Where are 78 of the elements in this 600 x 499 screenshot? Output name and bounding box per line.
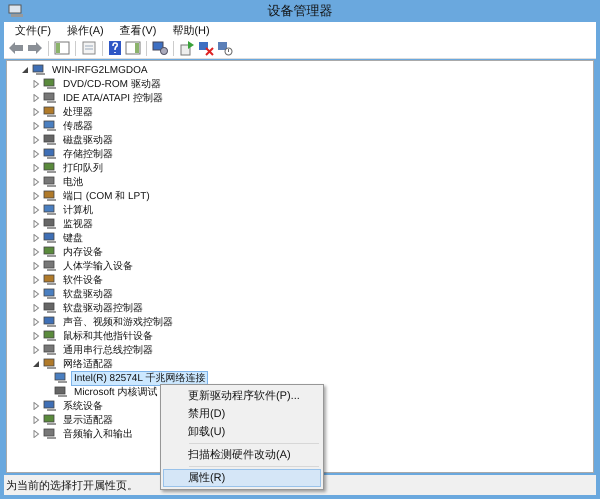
tree-item[interactable]: 鼠标和其他指针设备 [60,328,156,344]
device-icon [43,288,57,300]
menu-item[interactable]: 帮助(H) [165,22,217,38]
device-icon [43,190,57,202]
panel-icon[interactable] [54,41,70,55]
tree-item[interactable]: 声音、视频和游戏控制器 [60,314,176,330]
device-icon [43,414,57,426]
tree-item[interactable]: IDE ATA/ATAPI 控制器 [60,90,166,106]
tree-item[interactable]: 电池 [60,174,86,190]
device-icon [43,428,57,440]
device-icon [32,64,46,76]
tree-item[interactable]: Intel(R) 82574L 千兆网络连接 [71,370,208,386]
tree-item[interactable]: 软件设备 [60,272,106,288]
device-icon [43,274,57,286]
context-menu-item[interactable]: 更新驱动程序软件(P)... [163,387,321,405]
page-icon[interactable] [81,41,97,55]
tree-item[interactable]: 磁盘驱动器 [60,132,116,148]
device-icon [43,120,57,132]
expander-arrow-icon[interactable] [32,360,40,368]
device-icon [43,400,57,412]
tree-item[interactable]: 显示适配器 [60,412,116,428]
status-text: 为当前的选择打开属性页。 [6,478,138,492]
tree-item[interactable]: 监视器 [60,216,96,232]
tree-item[interactable]: 网络适配器 [60,356,116,372]
device-icon [43,232,57,244]
tree-item[interactable]: 处理器 [60,104,96,120]
device-icon [43,106,57,118]
device-icon [43,316,57,328]
uninstall-icon[interactable] [198,40,214,56]
tree-item[interactable]: WIN-IRFG2LMGDOA [49,62,151,78]
window-title: 设备管理器 [266,2,334,20]
tree-item[interactable]: 存储控制器 [60,146,116,162]
help-icon[interactable] [108,40,122,56]
tree-item[interactable]: 音频输入和输出 [60,426,136,442]
device-icon [43,78,57,90]
device-icon [43,330,57,342]
context-menu-item[interactable]: 禁用(D) [163,405,321,423]
disable-icon[interactable] [217,40,233,56]
tree-item[interactable]: 系统设备 [60,398,106,414]
menu-item[interactable]: 查看(V) [112,22,164,38]
context-menu-item[interactable]: 扫描检测硬件改动(A) [163,446,321,464]
tree-item[interactable]: 计算机 [60,202,96,218]
tree-item[interactable]: 端口 (COM 和 LPT) [60,188,153,204]
computer-icon [8,4,24,18]
tree-item[interactable]: DVD/CD-ROM 驱动器 [60,76,164,92]
device-icon [43,358,57,370]
menu-item[interactable]: 操作(A) [60,22,111,38]
back-arrow-icon[interactable] [8,41,24,55]
tree-item[interactable]: 人体学输入设备 [60,258,136,274]
device-icon [43,162,57,174]
panel-icon[interactable] [125,41,141,55]
device-icon [43,204,57,216]
tree-item[interactable]: 打印队列 [60,160,106,176]
tree-item[interactable]: 键盘 [60,230,86,246]
device-icon [54,372,68,384]
context-menu-item[interactable]: 卸载(U) [163,423,321,441]
tree-item[interactable]: 软盘驱动器 [60,286,116,302]
tree-item[interactable]: 通用串行总线控制器 [60,342,156,358]
context-menu-item[interactable]: 属性(R) [163,469,321,487]
expander-arrow-icon[interactable] [21,66,29,74]
device-icon [43,176,57,188]
device-icon [43,302,57,314]
tree-item[interactable]: 软盘驱动器控制器 [60,300,146,316]
tree-item[interactable]: 传感器 [60,118,96,134]
update-driver-icon[interactable] [179,40,195,56]
device-icon [43,260,57,272]
device-icon [43,218,57,230]
device-icon [43,134,57,146]
forward-arrow-icon[interactable] [27,41,43,55]
device-icon [43,246,57,258]
monitor-icon[interactable] [152,40,168,56]
device-icon [43,344,57,356]
device-icon [43,92,57,104]
tree-item[interactable]: Microsoft 内核调试 [71,384,160,400]
device-icon [43,148,57,160]
menu-item[interactable]: 文件(F) [8,22,58,38]
tree-item[interactable]: 内存设备 [60,244,106,260]
device-icon [54,386,68,398]
